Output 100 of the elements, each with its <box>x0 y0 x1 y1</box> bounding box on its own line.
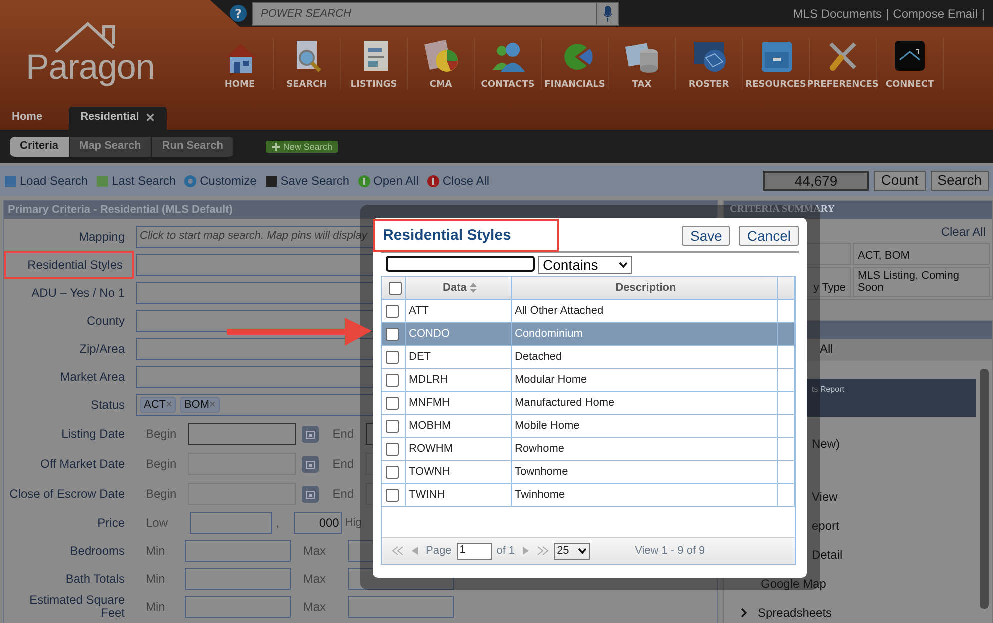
low-label: Low <box>146 516 168 530</box>
nav-item[interactable]: SEARCH <box>274 38 341 90</box>
nav-item[interactable]: ROSTER <box>676 38 743 90</box>
field-label: Off Market Date <box>40 456 126 472</box>
gear-icon <box>184 174 198 188</box>
help-button[interactable]: ? <box>230 5 247 22</box>
table-row[interactable]: MNFMH Manufactured Home <box>382 392 795 415</box>
table-row[interactable]: MDLRH Modular Home <box>382 369 795 392</box>
table-row[interactable]: TOWNH Townhome <box>382 461 795 484</box>
toolbar-button[interactable]: Count <box>874 171 926 191</box>
filter-field[interactable] <box>386 256 535 272</box>
microphone-button[interactable] <box>596 2 618 24</box>
nav-item[interactable]: CONTACTS <box>475 38 542 90</box>
table-cell: ATT <box>406 300 512 322</box>
checkbox[interactable] <box>389 282 402 294</box>
subtab[interactable]: Run Search <box>152 136 234 156</box>
calendar-button[interactable] <box>302 486 319 502</box>
toolbar-button[interactable]: Save Search <box>264 174 350 188</box>
min-label: Min <box>146 544 166 558</box>
page-field[interactable]: 1 <box>456 542 492 560</box>
checkbox[interactable] <box>386 488 399 502</box>
input-field[interactable] <box>348 596 454 618</box>
table-row[interactable]: TWINH Twinhome <box>382 484 795 507</box>
nav-item[interactable]: TAX <box>609 38 676 90</box>
table-cell: MDLRH <box>406 369 512 391</box>
input-field[interactable] <box>190 512 272 534</box>
high-label: Hig <box>345 517 362 529</box>
calendar-button[interactable] <box>302 456 319 472</box>
field-label: Bedrooms <box>69 542 126 560</box>
nav-item[interactable]: CMA <box>408 38 475 90</box>
checkbox[interactable] <box>386 374 399 386</box>
min-label: Min <box>146 600 166 614</box>
header-link[interactable]: MLS Documents <box>793 6 882 20</box>
date-field[interactable] <box>188 423 296 445</box>
dialog-button[interactable]: Save <box>682 226 730 246</box>
table-row[interactable]: ROWHM Rowhome <box>382 438 795 461</box>
checkbox[interactable] <box>386 350 399 364</box>
checkbox[interactable] <box>386 328 399 340</box>
microphone-icon <box>602 6 612 22</box>
table-cell: Modular Home <box>512 369 778 391</box>
panel-header: Primary Criteria - Residential (MLS Default) <box>4 201 717 219</box>
table-cell: Mobile Home <box>512 415 778 437</box>
last-page-icon <box>537 546 550 556</box>
table-cell: Townhome <box>512 461 778 483</box>
report-item[interactable]: Spreadsheets <box>724 598 992 623</box>
nav-item[interactable]: HOME <box>207 38 274 90</box>
end-label: End <box>332 487 354 501</box>
calendar-icon <box>306 430 315 438</box>
toolbar-button[interactable]: Last Search <box>96 174 176 188</box>
calendar-button[interactable] <box>302 426 319 442</box>
subtab[interactable]: Map Search <box>70 136 152 156</box>
begin-label: Begin <box>146 457 177 471</box>
toolbar-button[interactable]: Customize <box>184 174 257 188</box>
nav-item[interactable]: CONNECT <box>877 38 944 90</box>
link-separator: | <box>982 6 985 20</box>
max-label: Max <box>303 600 326 614</box>
table-cell: Manufactured Home <box>512 392 778 414</box>
pie-chart-icon <box>423 38 459 74</box>
checkbox[interactable] <box>386 396 399 410</box>
page-size-dropdown[interactable]: 25 <box>554 542 590 560</box>
subtab[interactable]: Criteria <box>10 136 70 156</box>
close-tab-button[interactable]: ✕ <box>145 111 156 130</box>
field-label: Market Area <box>59 368 126 386</box>
dialog-button[interactable]: Cancel <box>739 226 799 246</box>
header-link[interactable]: Compose Email <box>893 6 978 20</box>
input-field[interactable] <box>185 540 292 562</box>
tab[interactable]: Residential ✕ <box>68 107 168 130</box>
toolbar-button[interactable]: Close All <box>426 174 490 188</box>
checkbox[interactable] <box>386 304 399 318</box>
nav-item[interactable]: PREFERENCES <box>810 38 877 90</box>
nav-item[interactable]: LISTINGS <box>341 38 408 90</box>
toolbar-button[interactable]: Load Search <box>4 174 88 188</box>
toolbar-button[interactable]: Search <box>930 171 989 191</box>
input-field[interactable] <box>185 596 292 618</box>
scrollbar[interactable] <box>980 369 989 609</box>
table-cell: Twinhome <box>512 484 778 506</box>
toolbar-button[interactable]: Open All <box>358 174 419 188</box>
checkbox[interactable] <box>386 442 399 456</box>
table-row[interactable]: MOBHM Mobile Home <box>382 415 795 438</box>
input-field[interactable]: 000 <box>294 512 342 534</box>
nav-item[interactable]: FINANCIALS <box>542 38 609 90</box>
power-search-field[interactable]: POWER SEARCH <box>252 2 619 26</box>
table-row[interactable]: CONDO Condominium <box>382 323 795 346</box>
first-page-icon <box>392 546 404 556</box>
column-header[interactable]: Description <box>512 277 778 299</box>
input-field[interactable] <box>185 568 292 590</box>
tab[interactable]: Home <box>0 107 55 130</box>
max-label: Max <box>303 544 326 558</box>
table-row[interactable]: DET Detached <box>382 346 795 369</box>
new-search-button[interactable]: New Search <box>266 140 338 152</box>
operator-dropdown[interactable]: Contains <box>538 256 632 274</box>
field-label: Listing Date <box>60 426 126 442</box>
end-label: End <box>332 427 354 441</box>
checkbox[interactable] <box>386 466 399 478</box>
clear-all-link[interactable]: Clear All <box>941 225 986 239</box>
table-cell: TWINH <box>406 484 512 506</box>
table-cell: MLS Listing, Coming Soon <box>853 267 990 297</box>
checkbox[interactable] <box>386 420 399 432</box>
field-label: Mapping <box>78 228 126 246</box>
column-header[interactable]: Data <box>406 277 512 299</box>
